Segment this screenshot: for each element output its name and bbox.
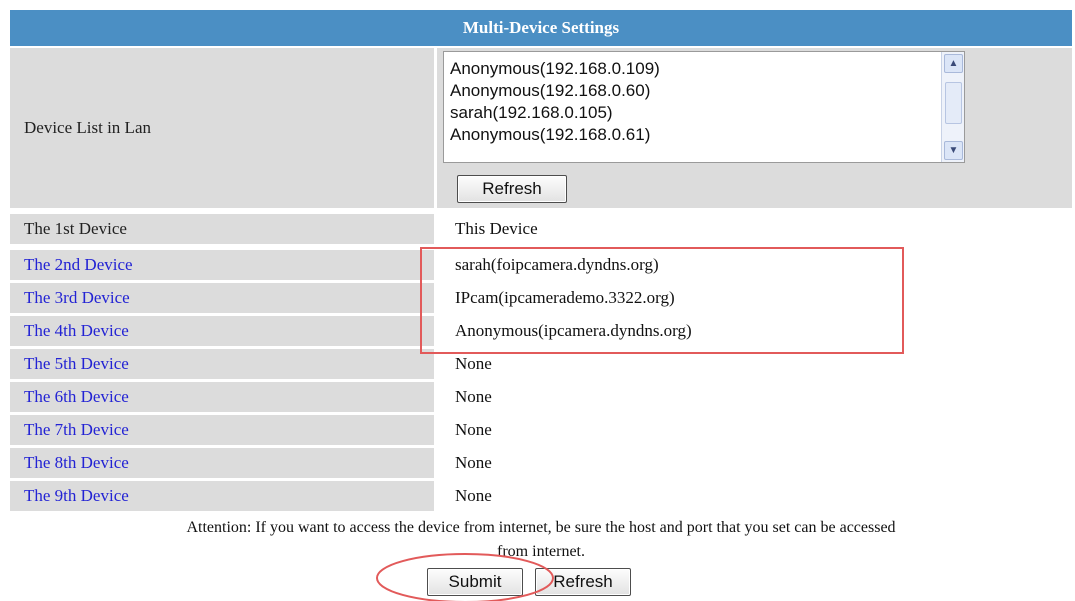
device-link[interactable]: The 7th Device <box>10 420 129 440</box>
device-row-value-7: None <box>437 415 1072 445</box>
list-item[interactable]: sarah(192.168.0.105) <box>450 102 934 124</box>
footer-refresh-button[interactable]: Refresh <box>535 568 631 596</box>
device-label: The 1st Device <box>24 219 127 238</box>
device-link[interactable]: The 3rd Device <box>10 288 130 308</box>
device-row-value-2: sarah(foipcamera.dyndns.org) <box>437 250 1072 280</box>
device-row-label-6[interactable]: The 6th Device <box>10 382 434 412</box>
submit-button[interactable]: Submit <box>427 568 523 596</box>
device-link[interactable]: The 9th Device <box>10 486 129 506</box>
device-row-value-3: IPcam(ipcamerademo.3322.org) <box>437 283 1072 313</box>
device-link[interactable]: The 4th Device <box>10 321 129 341</box>
device-value: IPcam(ipcamerademo.3322.org) <box>455 288 675 307</box>
device-row-label-9[interactable]: The 9th Device <box>10 481 434 511</box>
device-row-label-2[interactable]: The 2nd Device <box>10 250 434 280</box>
list-item[interactable]: Anonymous(192.168.0.61) <box>450 124 934 146</box>
attention-line-2: from internet. <box>497 543 585 560</box>
scroll-thumb[interactable] <box>945 82 962 124</box>
device-row-label-8[interactable]: The 8th Device <box>10 448 434 478</box>
device-link[interactable]: The 8th Device <box>10 453 129 473</box>
device-value: None <box>455 486 492 505</box>
device-row-value-8: None <box>437 448 1072 478</box>
device-list-label-cell: Device List in Lan <box>10 48 434 208</box>
device-value: None <box>455 420 492 439</box>
device-value: Anonymous(ipcamera.dyndns.org) <box>455 321 692 340</box>
device-row-value-1: This Device <box>437 214 1072 244</box>
device-row-label-5[interactable]: The 5th Device <box>10 349 434 379</box>
device-link[interactable]: The 6th Device <box>10 387 129 407</box>
device-value: This Device <box>455 219 538 238</box>
listbox-scrollbar[interactable]: ▲ ▼ <box>941 52 964 162</box>
device-list-box[interactable]: Anonymous(192.168.0.109) Anonymous(192.1… <box>443 51 965 163</box>
device-value: None <box>455 354 492 373</box>
device-row-label-4[interactable]: The 4th Device <box>10 316 434 346</box>
device-row-value-6: None <box>437 382 1072 412</box>
device-value: None <box>455 387 492 406</box>
device-row-label-7[interactable]: The 7th Device <box>10 415 434 445</box>
settings-header: Multi-Device Settings <box>10 10 1072 46</box>
device-row-label-1: The 1st Device <box>10 214 434 244</box>
attention-line-1: Attention: If you want to access the dev… <box>186 519 896 536</box>
device-value: sarah(foipcamera.dyndns.org) <box>455 255 659 274</box>
device-row-value-4: Anonymous(ipcamera.dyndns.org) <box>437 316 1072 346</box>
device-link[interactable]: The 2nd Device <box>10 255 133 275</box>
device-row-value-5: None <box>437 349 1072 379</box>
device-row-label-3[interactable]: The 3rd Device <box>10 283 434 313</box>
attention-note: Attention: If you want to access the dev… <box>10 516 1072 564</box>
page-title: Multi-Device Settings <box>462 18 620 37</box>
lan-refresh-button[interactable]: Refresh <box>457 175 567 203</box>
device-value: None <box>455 453 492 472</box>
device-list-label: Device List in Lan <box>24 118 151 137</box>
scroll-up-icon[interactable]: ▲ <box>944 54 963 73</box>
list-item[interactable]: Anonymous(192.168.0.60) <box>450 80 934 102</box>
scroll-down-icon[interactable]: ▼ <box>944 141 963 160</box>
device-row-value-9: None <box>437 481 1072 511</box>
list-item[interactable]: Anonymous(192.168.0.109) <box>450 58 934 80</box>
device-link[interactable]: The 5th Device <box>10 354 129 374</box>
